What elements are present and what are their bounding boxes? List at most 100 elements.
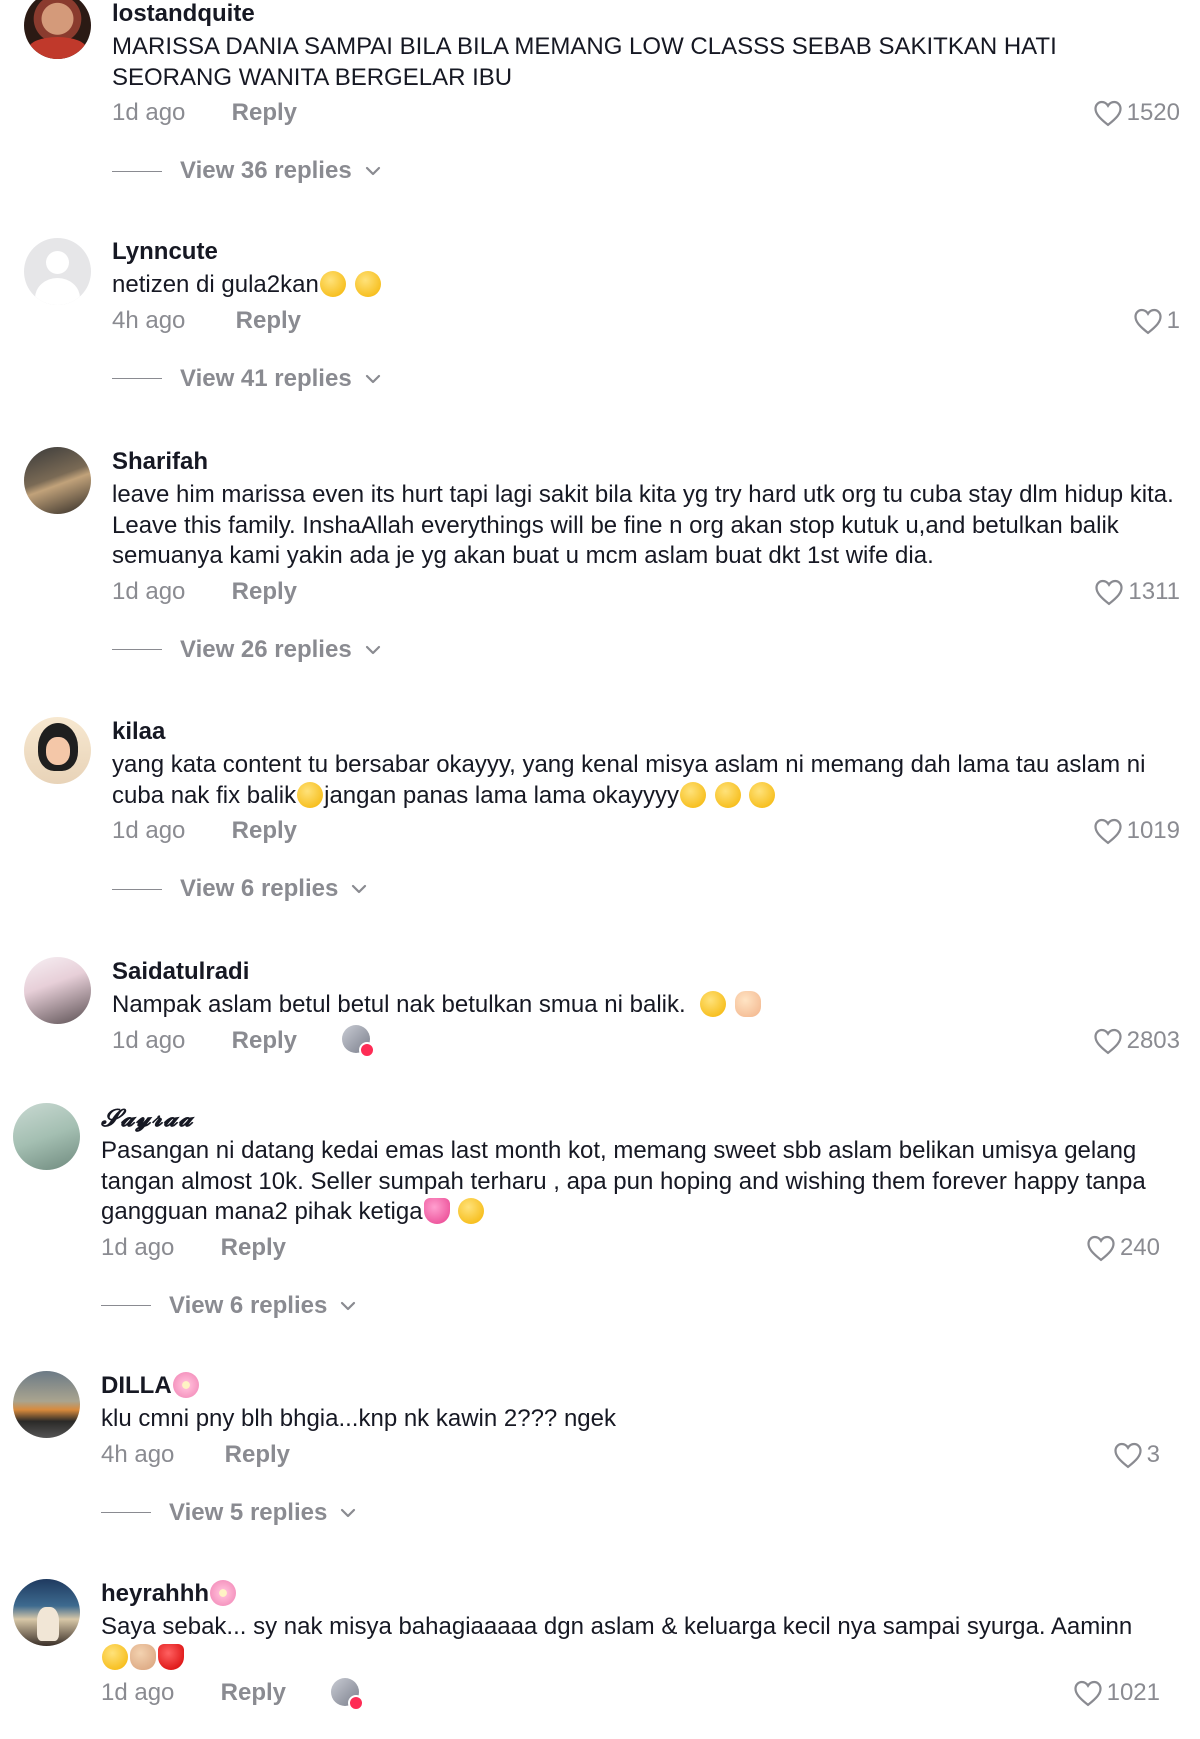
comment-text: yang kata content tu bersabar okayyy, ya…	[112, 750, 1200, 811]
crying-face-emoji-icon	[102, 1643, 128, 1670]
avatar[interactable]	[24, 717, 91, 784]
creator-liked-icon	[330, 1677, 364, 1711]
avatar[interactable]	[24, 957, 91, 1024]
avatar[interactable]	[13, 1579, 80, 1646]
divider	[112, 888, 162, 890]
comment-meta: 1d ago Reply 1021	[101, 1676, 1200, 1711]
comment-username[interactable]: kilaa	[112, 716, 1200, 748]
comment-text: Pasangan ni datang kedai emas last month…	[101, 1136, 1200, 1228]
comment-username[interactable]: 𝓢𝓪𝔂𝓻𝓪𝓪	[101, 1102, 1200, 1134]
comment-time: 1d ago	[101, 1233, 175, 1261]
comment-time: 4h ago	[101, 1440, 175, 1468]
comment-body: kilaa yang kata content tu bersabar okay…	[112, 716, 1200, 906]
cherry-blossom-emoji-icon	[210, 1580, 237, 1606]
creator-liked-icon	[341, 1025, 375, 1059]
reply-button[interactable]: Reply	[221, 1676, 286, 1710]
comment-body: DILLA klu cmni pny blh bhgia...knp nk ka…	[101, 1370, 1200, 1530]
reply-button[interactable]: Reply	[221, 1231, 286, 1265]
comment-text: Saya sebak... sy nak misya bahagiaaaaa d…	[101, 1612, 1200, 1673]
comment-text-content: Pasangan ni datang kedai emas last month…	[101, 1137, 1146, 1225]
red-heart-emoji-icon	[158, 1643, 184, 1670]
like-count: 1019	[1126, 817, 1180, 844]
comment-time: 4h ago	[112, 306, 186, 334]
comment-username[interactable]: lostandquite	[112, 0, 1200, 30]
comment-username[interactable]: DILLA	[101, 1370, 1200, 1402]
like-count: 1311	[1128, 577, 1180, 605]
view-replies-button[interactable]: View 5 replies	[101, 1496, 1200, 1530]
like-button[interactable]: 1	[1133, 304, 1180, 338]
sparkling-heart-emoji-icon	[423, 1198, 450, 1224]
folded-hands-emoji-icon	[130, 1643, 156, 1670]
like-count: 1520	[1126, 99, 1180, 126]
heart-outline-icon	[1093, 1028, 1122, 1054]
comment-body: Sharifah leave him marissa even its hurt…	[112, 446, 1200, 667]
view-replies-label: View 6 replies	[169, 1291, 328, 1319]
comment-text: klu cmni pny blh bhgia...knp nk kawin 2?…	[101, 1405, 616, 1432]
comment-text-content: netizen di gula2kan	[112, 271, 319, 298]
like-button[interactable]: 1520	[1093, 96, 1180, 130]
comment-body: heyrahhh Saya sebak... sy nak misya baha…	[101, 1578, 1200, 1711]
comment-username-text: DILLA	[101, 1372, 172, 1399]
avatar[interactable]	[24, 0, 91, 59]
reply-button[interactable]: Reply	[232, 1024, 297, 1058]
comment-username[interactable]: Lynncute	[112, 236, 1200, 268]
view-replies-button[interactable]: View 36 replies	[112, 154, 1200, 188]
like-button[interactable]: 3	[1113, 1438, 1160, 1472]
divider	[101, 1512, 151, 1513]
comment-time: 1d ago	[101, 1679, 175, 1706]
avatar[interactable]	[13, 1371, 80, 1438]
comment-username[interactable]: Saidatulradi	[112, 956, 1200, 988]
view-replies-button[interactable]: View 41 replies	[112, 362, 1200, 396]
reply-button[interactable]: Reply	[225, 1438, 290, 1472]
heart-hands-emoji-icon	[734, 991, 761, 1017]
winking-tongue-emoji-icon	[749, 781, 776, 808]
heart-outline-icon	[1087, 1235, 1115, 1261]
comment-username[interactable]: heyrahhh	[101, 1578, 1200, 1610]
reply-button[interactable]: Reply	[232, 96, 297, 130]
view-replies-button[interactable]: View 6 replies	[112, 872, 1200, 906]
reply-button[interactable]: Reply	[232, 814, 297, 848]
comment-meta: 1d ago Reply 2803	[112, 1024, 1200, 1059]
comment-username-text: heyrahhh	[101, 1580, 210, 1607]
comment-body: Lynncute netizen di gula2kan 4h ago Repl…	[112, 236, 1200, 396]
divider	[101, 1305, 151, 1306]
view-replies-label: View 41 replies	[180, 364, 352, 392]
like-button[interactable]: 240	[1086, 1231, 1160, 1265]
comment-time: 1d ago	[112, 577, 186, 605]
comment-time: 1d ago	[112, 99, 186, 126]
view-replies-button[interactable]: View 6 replies	[101, 1289, 1200, 1323]
comment-body: lostandquite MARISSA DANIA SAMPAI BILA B…	[112, 0, 1200, 188]
view-replies-button[interactable]: View 26 replies	[112, 633, 1200, 667]
chevron-down-icon	[365, 645, 380, 654]
avatar[interactable]	[24, 447, 91, 514]
like-count: 1	[1166, 306, 1180, 334]
comment-meta: 1d ago Reply 1311	[112, 575, 1200, 609]
like-button[interactable]: 1021	[1073, 1676, 1160, 1710]
like-button[interactable]: 1019	[1093, 814, 1180, 848]
divider	[112, 378, 162, 379]
like-button[interactable]: 1311	[1094, 575, 1180, 609]
heart-outline-icon	[1134, 308, 1162, 334]
chevron-down-icon	[352, 884, 367, 894]
heart-outline-icon	[1073, 1680, 1102, 1707]
comment-body: Saidatulradi Nampak aslam betul betul na…	[112, 956, 1200, 1059]
comment-body: 𝓢𝓪𝔂𝓻𝓪𝓪 Pasangan ni datang kedai emas las…	[101, 1102, 1200, 1323]
view-replies-label: View 26 replies	[180, 635, 352, 663]
comment-text-content: jangan panas lama lama okayyyy	[324, 781, 679, 809]
like-count: 1021	[1106, 1679, 1160, 1706]
divider	[112, 649, 162, 650]
chevron-down-icon	[341, 1508, 356, 1517]
comment-text-content: Saya sebak... sy nak misya bahagiaaaaa d…	[101, 1613, 1133, 1640]
like-button[interactable]: 2803	[1093, 1024, 1180, 1058]
chevron-down-icon	[365, 374, 380, 383]
comment-text: leave him marissa even its hurt tapi lag…	[112, 481, 1174, 569]
grinning-sweat-emoji-icon	[319, 271, 346, 297]
avatar[interactable]	[24, 238, 91, 305]
comment-time: 1d ago	[112, 817, 186, 844]
chevron-down-icon	[341, 1301, 356, 1310]
comment-username[interactable]: Sharifah	[112, 446, 1200, 478]
pleading-face-emoji-icon	[458, 1198, 485, 1224]
reply-button[interactable]: Reply	[232, 575, 297, 609]
avatar[interactable]	[13, 1103, 80, 1170]
reply-button[interactable]: Reply	[236, 304, 301, 338]
